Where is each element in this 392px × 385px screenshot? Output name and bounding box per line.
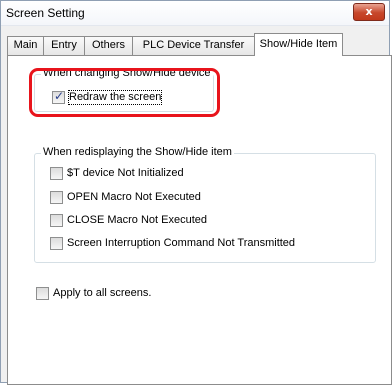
tab-main[interactable]: Main	[7, 36, 44, 55]
title-bar: Screen Setting x	[1, 1, 389, 26]
tab-others[interactable]: Others	[84, 36, 133, 55]
t-device-checkbox[interactable]	[50, 167, 63, 180]
apply-to-all-checkbox[interactable]	[36, 287, 49, 300]
close-icon: x	[365, 5, 373, 18]
group-redisplay-show-hide: When redisplaying the Show/Hide item $T …	[34, 146, 376, 263]
close-macro-checkbox[interactable]	[50, 214, 63, 227]
tab-plc-device-transfer[interactable]: PLC Device Transfer	[132, 36, 255, 55]
tab-label: Entry	[51, 39, 77, 51]
tab-label: Show/Hide Item	[259, 38, 338, 50]
window-title: Screen Setting	[6, 6, 85, 20]
tab-label: Main	[13, 39, 38, 51]
apply-to-all-label: Apply to all screens.	[53, 287, 152, 299]
tab-show-hide-item[interactable]: Show/Hide Item	[254, 33, 343, 56]
highlight-annotation	[29, 68, 220, 117]
option-label: $T device Not Initialized	[67, 167, 184, 179]
tab-label: PLC Device Transfer	[142, 39, 245, 51]
tab-label: Others	[91, 39, 125, 51]
screen-interruption-checkbox[interactable]	[50, 237, 63, 250]
screen-setting-dialog: Screen Setting x Main Entry Others PLC D…	[0, 0, 392, 385]
option-label: Screen Interruption Command Not Transmit…	[67, 237, 296, 249]
group-title: When redisplaying the Show/Hide item	[41, 146, 234, 158]
option-label: CLOSE Macro Not Executed	[67, 214, 208, 226]
tab-entry[interactable]: Entry	[43, 36, 85, 55]
close-button[interactable]: x	[353, 3, 385, 21]
option-label: OPEN Macro Not Executed	[67, 191, 201, 203]
open-macro-checkbox[interactable]	[50, 191, 63, 204]
